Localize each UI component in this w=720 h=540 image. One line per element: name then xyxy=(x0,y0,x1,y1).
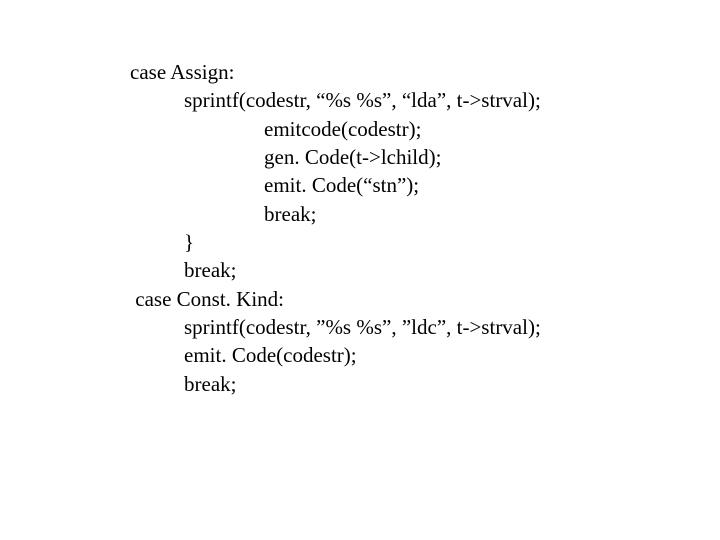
code-line: break; xyxy=(130,370,541,398)
code-line: case Assign: xyxy=(130,58,541,86)
code-line: break; xyxy=(130,200,541,228)
code-line: emit. Code(codestr); xyxy=(130,341,541,369)
code-line: case Const. Kind: xyxy=(130,285,541,313)
code-line: sprintf(codestr, ”%s %s”, ”ldc”, t->strv… xyxy=(130,313,541,341)
code-line: sprintf(codestr, “%s %s”, “lda”, t->strv… xyxy=(130,86,541,114)
code-line: } xyxy=(130,228,541,256)
code-block: case Assign: sprintf(codestr, “%s %s”, “… xyxy=(130,58,541,398)
code-line: emitcode(codestr); xyxy=(130,115,541,143)
code-line: emit. Code(“stn”); xyxy=(130,171,541,199)
code-line: break; xyxy=(130,256,541,284)
code-line: gen. Code(t->lchild); xyxy=(130,143,541,171)
